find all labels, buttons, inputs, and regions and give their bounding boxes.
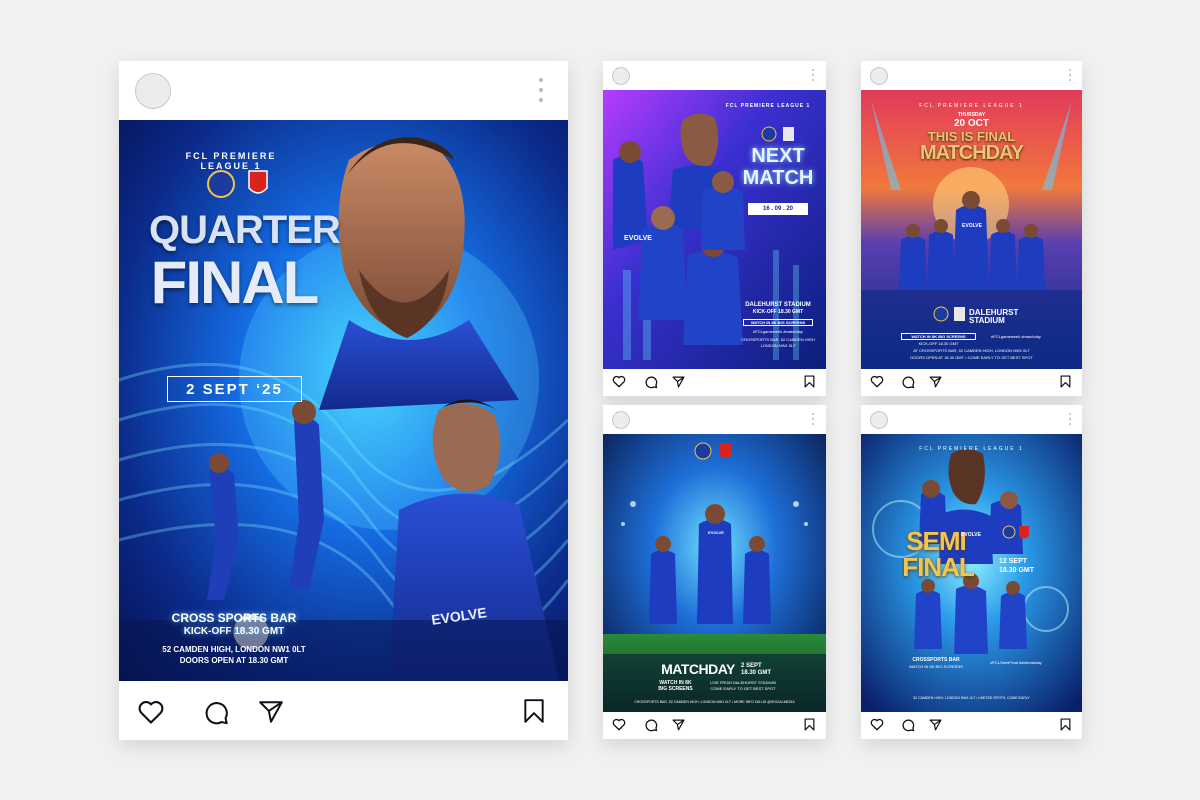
poster-address: 52 CAMDEN HIGH, LONDON NW1 0LT bbox=[162, 645, 306, 654]
poster-kickoff: KICK-OFF 18.30 GMT bbox=[183, 626, 285, 637]
poster-venue: DALEHURST STADIUM bbox=[745, 302, 811, 308]
poster-hashtags: #FCLgameweek #matchday bbox=[753, 329, 803, 334]
shirt-sponsor: EVOLVE bbox=[961, 532, 981, 538]
post-card-matchday: EVOLVE MATCHDAY 2 SEPT 18.30 GMT WATCH I… bbox=[603, 405, 826, 739]
bookmark-icon[interactable] bbox=[523, 698, 545, 724]
poster-title-line2: FINAL bbox=[902, 552, 975, 582]
poster-venue-line2: STADIUM bbox=[969, 316, 1005, 325]
poster-address: CROSSPORTS BAR, 52 CAMDEN HIGH, LONDON N… bbox=[634, 700, 795, 704]
bookmark-icon[interactable] bbox=[804, 718, 815, 731]
poster-league: FCL PREMIERE LEAGUE 1 bbox=[919, 446, 1024, 452]
poster-date: 20 OCT bbox=[953, 118, 989, 129]
poster-title-line2: MATCH bbox=[742, 167, 814, 189]
comment-icon[interactable] bbox=[202, 699, 230, 726]
post-card-semi-final: FCL PREMIERE LEAGUE 1 SEMI FINAL 12 SEPT… bbox=[861, 405, 1082, 739]
poster-league: FCL PREMIERE LEAGUE 1 bbox=[725, 103, 811, 109]
post-actions bbox=[861, 369, 1082, 396]
poster-title-line1: QUARTER bbox=[149, 208, 341, 252]
post-image[interactable]: FCL PREMIERE LEAGUE 1 QUARTER FINAL 2 SE… bbox=[119, 120, 568, 681]
poster-venue: CROSS SPORTS BAR bbox=[171, 611, 297, 625]
poster-address: 52 CAMDEN HIGH, LONDON NW1 0LT • LIMITED… bbox=[913, 696, 1030, 700]
avatar[interactable] bbox=[135, 73, 171, 109]
comment-icon[interactable] bbox=[644, 375, 658, 389]
poster-time: 18.30 GMT bbox=[741, 670, 772, 676]
shirt-sponsor: EVOLVE bbox=[624, 235, 652, 242]
heart-icon[interactable] bbox=[612, 375, 626, 388]
shirt-sponsor: EVOLVE bbox=[708, 530, 724, 535]
more-vertical-icon[interactable] bbox=[1068, 69, 1072, 81]
post-image[interactable]: FCL PREMIERE LEAGUE 1 SEMI FINAL 12 SEPT… bbox=[861, 434, 1082, 712]
post-card-next-match: FCL PREMIERE LEAGUE 1 NEXT MATCH 16 . 09… bbox=[603, 61, 826, 396]
poster-title: MATCHDAY bbox=[661, 661, 735, 677]
send-icon[interactable] bbox=[672, 719, 685, 731]
poster-hashtags: #FCLgameweek #matchday bbox=[991, 334, 1041, 339]
poster-date: 2 SEPT ‘25 bbox=[167, 376, 302, 402]
post-image[interactable]: FCL PREMIERE LEAGUE 1 THURSDAY 20 OCT TH… bbox=[861, 90, 1082, 369]
poster-info: WATCH IN 8K BIG SCREENS bbox=[901, 333, 976, 340]
poster-artwork bbox=[603, 90, 826, 369]
poster-kickoff: KICK-OFF 18.30 GMT bbox=[752, 309, 804, 315]
post-header bbox=[861, 405, 1082, 434]
more-vertical-icon[interactable] bbox=[1068, 413, 1072, 425]
poster-address: AT CROSSPORTS BAR, 52 CAMDEN HIGH, LONDO… bbox=[913, 348, 1030, 353]
send-icon[interactable] bbox=[672, 376, 685, 388]
poster-time: 18.30 GMT bbox=[999, 567, 1035, 574]
post-card-large: FCL PREMIERE LEAGUE 1 QUARTER FINAL 2 SE… bbox=[119, 61, 568, 740]
poster-doors: DOORS OPEN AT 18.30 GMT • COME EARLY TO … bbox=[910, 355, 1033, 360]
poster-info: WATCH IN 8K BIG SCREENS bbox=[909, 664, 963, 669]
post-image[interactable]: EVOLVE MATCHDAY 2 SEPT 18.30 GMT WATCH I… bbox=[603, 434, 826, 712]
poster-venue: CROSSPORTS BAR bbox=[912, 657, 960, 663]
more-vertical-icon[interactable] bbox=[537, 78, 545, 102]
poster-league: FCL PREMIERE LEAGUE 1 bbox=[919, 103, 1024, 109]
poster-info: WATCH IN 8K BIG SCREENS bbox=[743, 319, 813, 326]
poster-title-line1: NEXT bbox=[751, 145, 805, 167]
poster-doors: DOORS OPEN AT 18.30 GMT bbox=[179, 656, 289, 665]
poster-date: 16 . 09 . 20 bbox=[748, 203, 808, 215]
post-actions bbox=[603, 369, 826, 396]
bookmark-icon[interactable] bbox=[804, 375, 815, 388]
more-vertical-icon[interactable] bbox=[811, 413, 815, 425]
heart-icon[interactable] bbox=[612, 718, 626, 731]
post-actions bbox=[119, 681, 568, 740]
avatar[interactable] bbox=[870, 411, 888, 429]
comment-icon[interactable] bbox=[644, 718, 658, 732]
bookmark-icon[interactable] bbox=[1060, 375, 1071, 388]
poster-date: 12 SEPT bbox=[999, 558, 1028, 565]
poster-title-line2: FINAL bbox=[150, 249, 320, 316]
heart-icon[interactable] bbox=[870, 375, 884, 388]
send-icon[interactable] bbox=[929, 719, 942, 731]
post-header bbox=[603, 405, 826, 434]
heart-icon[interactable] bbox=[870, 718, 884, 731]
send-icon[interactable] bbox=[258, 700, 284, 724]
club-crest-badges bbox=[199, 168, 279, 200]
comment-icon[interactable] bbox=[901, 375, 915, 389]
post-header bbox=[603, 61, 826, 90]
post-actions bbox=[603, 712, 826, 739]
heart-icon[interactable] bbox=[137, 699, 165, 725]
post-image[interactable]: FCL PREMIERE LEAGUE 1 NEXT MATCH 16 . 09… bbox=[603, 90, 826, 369]
post-actions bbox=[861, 712, 1082, 739]
poster-date: 2 SEPT bbox=[741, 663, 762, 669]
bookmark-icon[interactable] bbox=[1060, 718, 1071, 731]
send-icon[interactable] bbox=[929, 376, 942, 388]
avatar[interactable] bbox=[612, 67, 630, 85]
poster-title-line2: MATCHDAY bbox=[919, 142, 1024, 164]
poster-kickoff: KICK-OFF 18.30 GMT bbox=[918, 341, 959, 346]
avatar[interactable] bbox=[612, 411, 630, 429]
comment-icon[interactable] bbox=[901, 718, 915, 732]
post-card-final-matchday: FCL PREMIERE LEAGUE 1 THURSDAY 20 OCT TH… bbox=[861, 61, 1082, 396]
poster-hashtags: #FCLSemiFinal #sidematday bbox=[990, 660, 1042, 665]
avatar[interactable] bbox=[870, 67, 888, 85]
poster-info2: BIG SCREENS bbox=[658, 686, 693, 692]
post-header bbox=[119, 61, 568, 120]
shirt-sponsor: EVOLVE bbox=[962, 223, 982, 229]
poster-live: LIVE FROM DALEHURST STADIUM bbox=[710, 680, 776, 685]
poster-address: CROSSPORTS BAR, 52 CAMDEN HIGH LONDON NW… bbox=[741, 337, 815, 348]
post-header bbox=[861, 61, 1082, 90]
more-vertical-icon[interactable] bbox=[811, 69, 815, 81]
poster-early: COME EARLY TO GET BEST SPOT bbox=[710, 686, 776, 691]
